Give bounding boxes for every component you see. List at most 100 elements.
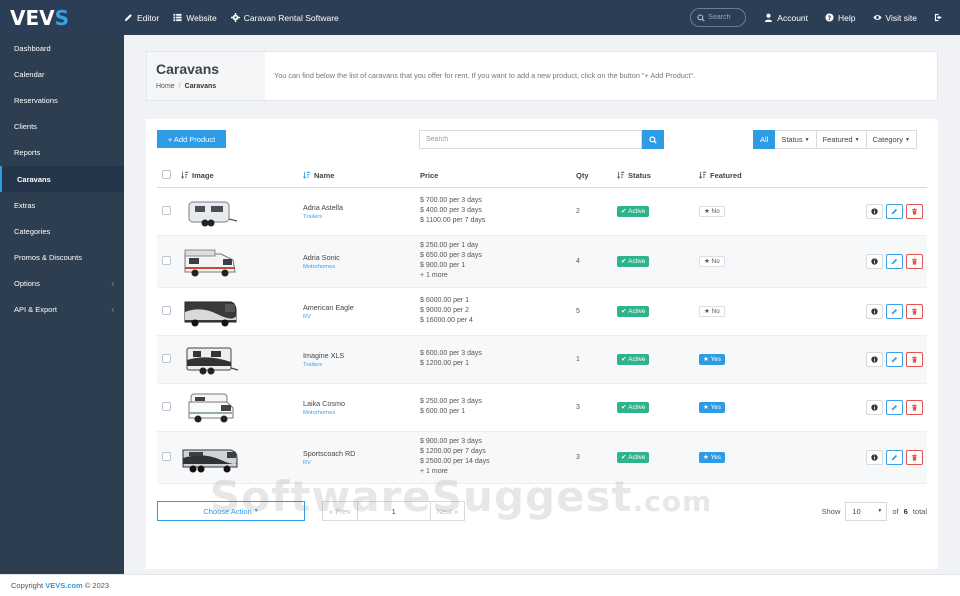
nav-account[interactable]: Account: [764, 13, 825, 23]
product-name[interactable]: American Eagle: [303, 303, 420, 312]
featured-no-badge[interactable]: ★ No: [699, 305, 725, 317]
page-size-select[interactable]: 10 ▼: [845, 501, 888, 521]
breadcrumb-home[interactable]: Home: [156, 83, 175, 90]
filter-category[interactable]: Category ▼: [866, 130, 917, 149]
nav-help[interactable]: ? Help: [825, 13, 872, 23]
delete-button[interactable]: [906, 399, 923, 415]
column-header-qty: Qty: [576, 165, 617, 188]
select-all-checkbox[interactable]: [162, 170, 171, 180]
top-search[interactable]: [690, 8, 747, 27]
product-category-link[interactable]: RV: [303, 460, 420, 466]
product-name[interactable]: Laika Cosmo: [303, 399, 420, 408]
top-search-input[interactable]: [708, 14, 743, 21]
product-category-link[interactable]: Trailers: [303, 214, 420, 220]
status-active-badge[interactable]: ✔ Active: [617, 353, 650, 365]
vevs-logo[interactable]: VEV S: [0, 0, 124, 35]
column-header-image[interactable]: Image: [181, 165, 303, 188]
caravan-thumbnail-image[interactable]: [181, 438, 239, 476]
info-icon: [871, 257, 878, 265]
price-line[interactable]: + 1 more: [420, 271, 576, 281]
next-page-button[interactable]: Next »: [429, 501, 466, 521]
nav-editor[interactable]: Editor: [124, 13, 173, 23]
delete-button[interactable]: [906, 449, 923, 465]
edit-button[interactable]: [886, 203, 903, 219]
caravan-thumbnail-image[interactable]: [181, 388, 239, 426]
product-name[interactable]: Sportscoach RD: [303, 449, 420, 458]
info-button[interactable]: [866, 351, 883, 367]
prev-page-button[interactable]: « Prev: [322, 501, 358, 521]
product-name[interactable]: Imagine XLS: [303, 351, 420, 360]
page-number-input[interactable]: [357, 501, 430, 521]
info-button[interactable]: [866, 399, 883, 415]
logout-button[interactable]: [934, 13, 960, 22]
sidebar-item-promos[interactable]: Promos & Discounts: [0, 245, 124, 271]
featured-no-badge[interactable]: ★ No: [699, 255, 725, 267]
row-checkbox[interactable]: [162, 305, 171, 315]
sidebar-item-clients[interactable]: Clients: [0, 114, 124, 140]
vevs-link[interactable]: VEVS.com: [45, 581, 83, 590]
edit-button[interactable]: [886, 449, 903, 465]
info-button[interactable]: [866, 203, 883, 219]
product-name[interactable]: Adria Astella: [303, 203, 420, 212]
choose-action-dropdown[interactable]: Choose Action ▼: [157, 501, 305, 521]
filter-status[interactable]: Status ▼: [775, 130, 817, 149]
sidebar-item-options[interactable]: Options ‹: [0, 271, 124, 297]
delete-button[interactable]: [906, 203, 923, 219]
featured-no-badge[interactable]: ★ No: [699, 205, 725, 217]
caravan-thumbnail-image[interactable]: [181, 292, 239, 330]
column-header-featured[interactable]: Featured: [699, 165, 834, 188]
caravan-thumbnail-image[interactable]: [181, 192, 239, 230]
column-header-status[interactable]: Status: [617, 165, 699, 188]
row-checkbox[interactable]: [162, 255, 171, 265]
status-active-badge[interactable]: ✔ Active: [617, 401, 650, 413]
price-line[interactable]: + 1 more: [420, 467, 576, 477]
breadcrumb: Home / Caravans: [156, 83, 265, 90]
sidebar-item-reports[interactable]: Reports: [0, 140, 124, 166]
featured-yes-badge[interactable]: ★ Yes: [699, 401, 725, 413]
row-checkbox[interactable]: [162, 353, 171, 363]
info-button[interactable]: [866, 253, 883, 269]
delete-button[interactable]: [906, 253, 923, 269]
featured-yes-badge[interactable]: ★ Yes: [699, 451, 725, 463]
sidebar-item-extras[interactable]: Extras: [0, 192, 124, 218]
sidebar-item-dashboard[interactable]: Dashboard: [0, 35, 124, 61]
add-product-button[interactable]: + Add Product: [157, 130, 226, 148]
product-category-link[interactable]: RV: [303, 314, 420, 320]
nav-website[interactable]: Website: [173, 13, 231, 23]
edit-button[interactable]: [886, 351, 903, 367]
info-button[interactable]: [866, 303, 883, 319]
sidebar-item-api-export[interactable]: API & Export ‹: [0, 297, 124, 323]
caravan-thumbnail-image[interactable]: [181, 242, 239, 280]
sidebar-item-caravans[interactable]: Caravans: [0, 165, 124, 193]
product-name[interactable]: Adria Sonic: [303, 253, 420, 262]
filter-all[interactable]: All: [753, 130, 776, 149]
edit-button[interactable]: [886, 303, 903, 319]
sidebar-item-calendar[interactable]: Calendar: [0, 61, 124, 87]
edit-button[interactable]: [886, 253, 903, 269]
sidebar-item-categories[interactable]: Categories: [0, 218, 124, 244]
status-active-badge[interactable]: ✔ Active: [617, 305, 650, 317]
nav-caravan-rental-software[interactable]: Caravan Rental Software: [230, 13, 353, 23]
nav-visit-site[interactable]: Visit site: [872, 13, 935, 23]
product-search-input[interactable]: [419, 130, 642, 149]
caravan-thumbnail-image[interactable]: [181, 340, 239, 378]
product-category-link[interactable]: Motorhomes: [303, 410, 420, 416]
filter-featured[interactable]: Featured ▼: [816, 130, 867, 149]
sidebar-item-reservations[interactable]: Reservations: [0, 87, 124, 113]
delete-button[interactable]: [906, 303, 923, 319]
product-category-link[interactable]: Motorhomes: [303, 264, 420, 270]
row-checkbox[interactable]: [162, 451, 171, 461]
featured-yes-badge[interactable]: ★ Yes: [699, 353, 725, 365]
status-active-badge[interactable]: ✔ Active: [617, 451, 650, 463]
info-button[interactable]: [866, 449, 883, 465]
status-active-badge[interactable]: ✔ Active: [617, 205, 650, 217]
status-active-badge[interactable]: ✔ Active: [617, 255, 650, 267]
edit-button[interactable]: [886, 399, 903, 415]
product-search-button[interactable]: [642, 130, 664, 149]
product-category-link[interactable]: Trailers: [303, 362, 420, 368]
row-checkbox[interactable]: [162, 205, 171, 215]
row-checkbox[interactable]: [162, 401, 171, 411]
price-line: $ 600.00 per 3 days: [420, 349, 482, 357]
delete-button[interactable]: [906, 351, 923, 367]
column-header-name[interactable]: Name: [303, 165, 420, 188]
